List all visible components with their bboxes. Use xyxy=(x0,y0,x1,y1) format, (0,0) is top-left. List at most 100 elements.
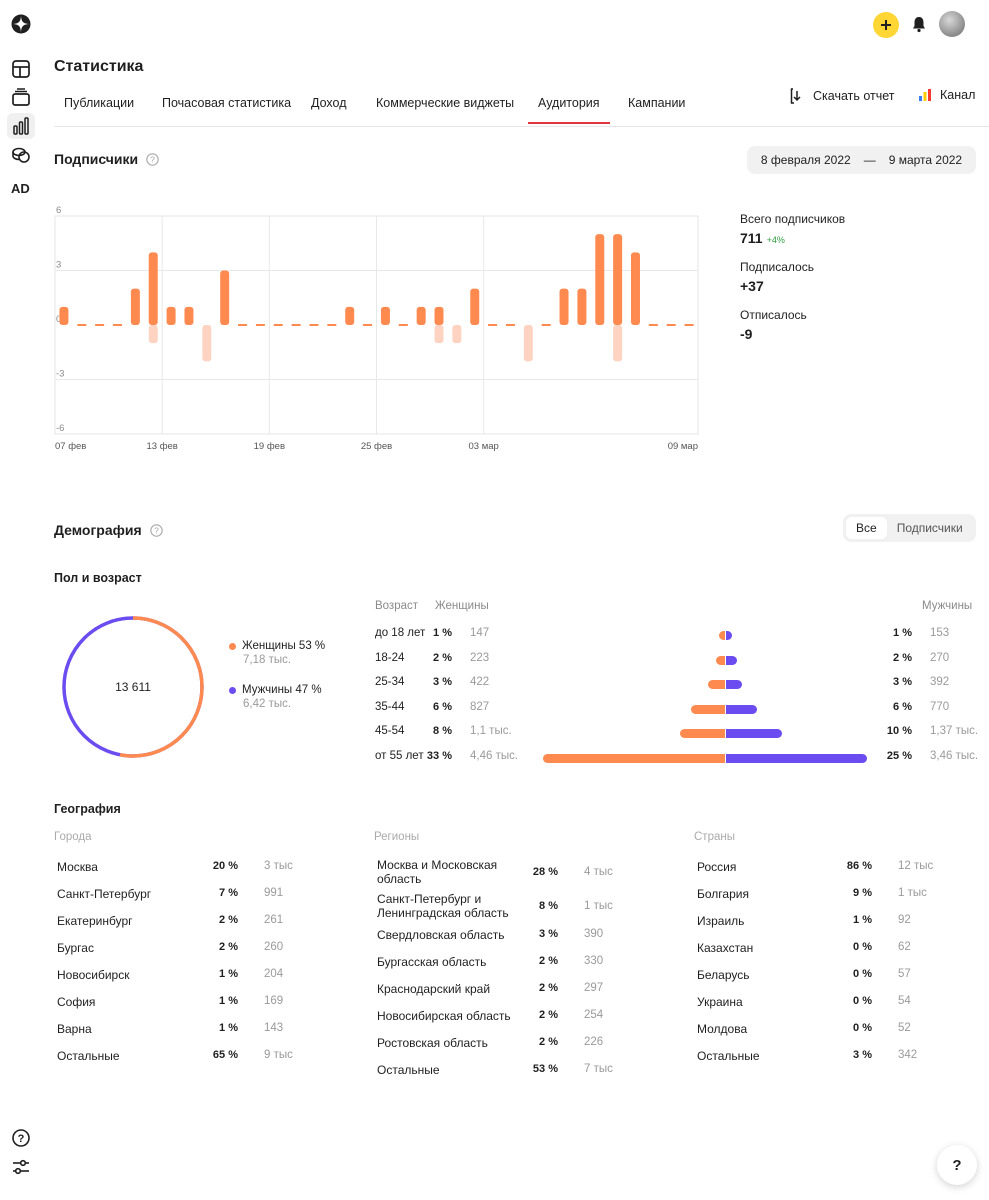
bar-zero xyxy=(273,324,283,326)
tab-audience[interactable]: Аудитория xyxy=(528,96,610,124)
countries-name: Беларусь xyxy=(697,968,750,982)
settings-sliders-icon[interactable] xyxy=(10,1156,32,1178)
svg-text:?: ? xyxy=(18,1133,25,1145)
bar-subscribed[interactable] xyxy=(380,306,390,325)
bar-subscribed[interactable] xyxy=(595,234,605,325)
women-age-bar xyxy=(719,631,725,640)
bar-zero xyxy=(363,324,373,326)
cities-percent: 1 % xyxy=(219,968,238,980)
countries-count: 92 xyxy=(898,914,911,926)
download-report-button[interactable]: Скачать отчет xyxy=(790,88,895,104)
date-to: 9 марта 2022 xyxy=(888,153,963,167)
bar-subscribed[interactable] xyxy=(470,288,480,325)
men-count: 3,46 тыс. xyxy=(930,749,979,762)
bar-subscribed[interactable] xyxy=(166,306,176,325)
bar-subscribed[interactable] xyxy=(434,306,444,325)
help-circle-icon[interactable]: ? xyxy=(10,1127,32,1149)
toggle-subscribers[interactable]: Подписчики xyxy=(887,521,973,535)
women-legend-count: 7,18 тыс. xyxy=(243,654,292,666)
bar-unsubscribed[interactable] xyxy=(434,325,444,344)
publications-icon[interactable] xyxy=(10,86,32,108)
men-count: 1,37 тыс. xyxy=(930,725,979,737)
men-age-bar xyxy=(726,729,782,738)
countries-percent: 86 % xyxy=(846,860,872,872)
cities-name: Варна xyxy=(57,1022,92,1036)
coins-icon[interactable] xyxy=(10,144,32,166)
gender-legend: Женщины 53 % 7,18 тыс. Мужчины 47 % 6,42… xyxy=(229,640,325,710)
bar-subscribed[interactable] xyxy=(148,252,158,325)
bar-subscribed[interactable] xyxy=(59,306,69,325)
regions-percent: 8 % xyxy=(539,900,558,912)
men-age-bar xyxy=(726,631,733,640)
cities-count: 9 тыс xyxy=(264,1049,293,1061)
cities-name: Новосибирск xyxy=(57,968,130,982)
date-range-picker[interactable]: 8 февраля 2022 — 9 марта 2022 xyxy=(747,146,976,174)
bar-subscribed[interactable] xyxy=(130,288,140,325)
ad-label[interactable]: AD xyxy=(11,181,30,196)
bar-subscribed[interactable] xyxy=(416,306,426,325)
bar-zero xyxy=(95,324,105,326)
tab-campaigns[interactable]: Кампании xyxy=(628,96,685,110)
men-percent: 10 % xyxy=(886,725,912,737)
men-count: 770 xyxy=(930,700,950,713)
countries-count: 54 xyxy=(898,995,911,1007)
channel-label: Канал xyxy=(940,88,976,102)
bell-icon[interactable] xyxy=(910,15,928,36)
regions-name: Свердловская область xyxy=(377,928,505,942)
men-count: 270 xyxy=(930,651,950,664)
info-icon[interactable]: ? xyxy=(149,523,163,537)
demography-title-text: Демография xyxy=(54,522,142,538)
bar-unsubscribed[interactable] xyxy=(452,325,462,344)
channel-button[interactable]: Канал xyxy=(918,88,975,102)
help-button[interactable]: ? xyxy=(937,1145,977,1185)
regions-count: 390 xyxy=(584,928,604,940)
tab-publications[interactable]: Публикации xyxy=(64,96,134,110)
bar-subscribed[interactable] xyxy=(559,288,569,325)
age-label: 35-44 xyxy=(375,700,405,713)
bar-zero xyxy=(327,324,337,326)
logo-icon[interactable] xyxy=(10,13,32,35)
cities-percent: 7 % xyxy=(219,887,238,899)
countries-count: 342 xyxy=(898,1049,918,1061)
cities-percent: 1 % xyxy=(219,1022,238,1034)
bar-subscribed[interactable] xyxy=(577,288,587,325)
bar-unsubscribed[interactable] xyxy=(148,325,158,344)
toggle-all[interactable]: Все xyxy=(846,517,887,539)
bar-subscribed[interactable] xyxy=(184,306,194,325)
bar-subscribed[interactable] xyxy=(613,234,623,325)
unsubscribed-value: -9 xyxy=(740,326,753,342)
page-title: Статистика xyxy=(54,58,144,75)
tab-hourly-stats[interactable]: Почасовая статистика xyxy=(162,96,291,110)
bar-unsubscribed[interactable] xyxy=(613,325,623,362)
subscribed-label: Подписалось xyxy=(740,260,814,274)
download-icon xyxy=(790,88,801,104)
regions-percent: 3 % xyxy=(539,928,558,940)
regions-count: 1 тыс xyxy=(584,900,613,912)
bar-unsubscribed[interactable] xyxy=(202,325,212,362)
women-legend-dot xyxy=(229,642,236,650)
layout-icon[interactable] xyxy=(10,58,32,80)
countries-count: 57 xyxy=(898,968,911,980)
bar-zero xyxy=(238,324,248,326)
bar-unsubscribed[interactable] xyxy=(523,325,533,362)
women-age-bar xyxy=(707,680,725,689)
women-column-header: Женщины xyxy=(435,600,489,612)
men-legend-count: 6,42 тыс. xyxy=(243,698,292,710)
regions-name: Остальные xyxy=(377,1063,440,1077)
cities-count: 261 xyxy=(264,914,284,926)
info-icon[interactable]: ? xyxy=(146,152,159,166)
statistics-icon[interactable] xyxy=(7,113,35,139)
women-count: 827 xyxy=(470,700,490,713)
women-count: 422 xyxy=(470,676,490,688)
cities-name: Санкт-Петербург xyxy=(57,887,152,901)
avatar[interactable] xyxy=(939,11,965,37)
tab-income[interactable]: Доход xyxy=(311,96,347,110)
tab-commercial-widgets[interactable]: Коммерческие виджеты xyxy=(376,96,514,110)
regions-name: Москва и Московская область xyxy=(377,858,498,886)
men-percent: 3 % xyxy=(893,676,912,688)
regions-percent: 2 % xyxy=(539,955,558,967)
add-button[interactable] xyxy=(873,12,899,38)
bar-subscribed[interactable] xyxy=(220,270,230,326)
bar-subscribed[interactable] xyxy=(345,306,355,325)
bar-subscribed[interactable] xyxy=(630,252,640,325)
